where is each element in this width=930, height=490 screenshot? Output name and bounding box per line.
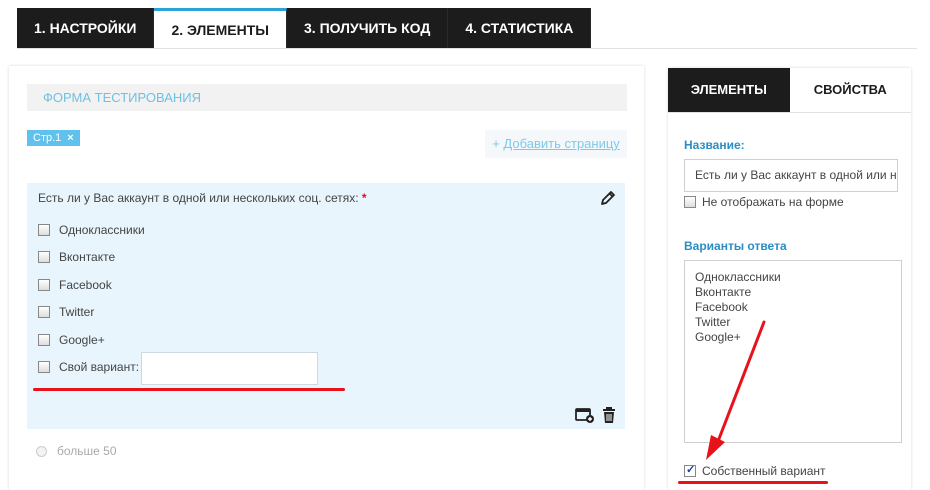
required-mark: * [361, 191, 367, 205]
next-question-row[interactable]: больше 50 [36, 444, 117, 458]
option-row[interactable]: Google+ [38, 332, 105, 348]
question-label: Есть ли у Вас аккаунт в одной или нескол… [38, 191, 367, 205]
option-label: Facebook [59, 278, 112, 292]
checkbox[interactable] [38, 279, 50, 291]
page-chip[interactable]: Стр.1 × [27, 130, 80, 146]
tab-elements-panel[interactable]: ЭЛЕМЕНТЫ [668, 68, 790, 112]
option-label: Вконтакте [59, 250, 116, 264]
variant-line: Google+ [695, 330, 741, 344]
variant-line: Twitter [695, 315, 731, 329]
tab-properties[interactable]: СВОЙСТВА [789, 68, 911, 112]
form-title[interactable]: ФОРМА ТЕСТИРОВАНИЯ [27, 84, 627, 111]
move-to-page-icon[interactable] [575, 406, 595, 424]
checkbox[interactable] [38, 224, 50, 236]
option-row[interactable]: Facebook [38, 277, 112, 293]
tab-get-code[interactable]: 3. ПОЛУЧИТЬ КОД [287, 8, 449, 49]
panel-divider [668, 112, 911, 113]
add-page-button[interactable]: + Добавить страницу [485, 130, 627, 158]
option-row[interactable]: Вконтакте [38, 249, 115, 265]
tab-settings[interactable]: 1. НАСТРОЙКИ [17, 8, 155, 49]
checkbox[interactable] [38, 361, 50, 373]
hide-on-form-label: Не отображать на форме [702, 195, 844, 209]
name-input[interactable]: Есть ли у Вас аккаунт в одной или нескол… [684, 159, 898, 192]
pencil-icon[interactable] [599, 189, 617, 207]
plus-icon: + [492, 136, 500, 151]
tab-elements[interactable]: 2. ЭЛЕМЕНТЫ [154, 8, 287, 49]
radio-button[interactable] [36, 445, 47, 457]
close-icon[interactable]: × [67, 130, 73, 146]
add-page-link[interactable]: Добавить страницу [503, 136, 619, 151]
card-actions [575, 406, 617, 424]
panel-tabs: ЭЛЕМЕНТЫ СВОЙСТВА [668, 68, 911, 112]
option-row[interactable]: Twitter [38, 304, 94, 320]
page-chip-label: Стр.1 [33, 132, 62, 144]
page: 1. НАСТРОЙКИ 2. ЭЛЕМЕНТЫ 3. ПОЛУЧИТЬ КОД… [0, 0, 930, 490]
question-card[interactable]: Есть ли у Вас аккаунт в одной или нескол… [27, 183, 625, 429]
radio-label: больше 50 [57, 444, 117, 458]
checkbox[interactable] [38, 306, 50, 318]
option-label: Twitter [59, 305, 95, 319]
own-variant-input[interactable] [141, 352, 318, 385]
variant-line: Одноклассники [695, 270, 781, 284]
form-editor-panel: ФОРМА ТЕСТИРОВАНИЯ Стр.1 × + Добавить ст… [9, 66, 644, 490]
option-label: Одноклассники [59, 223, 145, 237]
hide-on-form-row[interactable]: Не отображать на форме [684, 195, 844, 209]
question-text: Есть ли у Вас аккаунт в одной или нескол… [38, 191, 359, 205]
checkbox-checked[interactable] [684, 463, 696, 477]
own-variant-label: Свой вариант: [59, 360, 140, 374]
properties-panel: ЭЛЕМЕНТЫ СВОЙСТВА Название: Есть ли у Ва… [668, 68, 911, 490]
name-label: Название: [684, 138, 745, 152]
top-tabs: 1. НАСТРОЙКИ 2. ЭЛЕМЕНТЫ 3. ПОЛУЧИТЬ КОД… [17, 8, 592, 49]
own-variant-option-row[interactable]: Собственный вариант [684, 463, 826, 478]
checkbox[interactable] [38, 334, 50, 346]
highlight-underline [33, 388, 345, 391]
variant-line: Вконтакте [695, 285, 752, 299]
option-row[interactable]: Одноклассники [38, 222, 145, 238]
own-variant-row[interactable]: Свой вариант: [38, 359, 139, 375]
variant-line: Facebook [695, 300, 748, 314]
own-variant-option-label: Собственный вариант [702, 464, 826, 478]
option-label: Google+ [59, 333, 105, 347]
trash-icon[interactable] [601, 406, 617, 424]
highlight-underline [678, 481, 828, 484]
checkbox[interactable] [684, 196, 696, 208]
tab-statistics[interactable]: 4. СТАТИСТИКА [448, 8, 592, 49]
checkbox[interactable] [38, 251, 50, 263]
variants-label: Варианты ответа [684, 239, 787, 253]
tab-divider [17, 48, 917, 49]
variants-textarea[interactable]: Одноклассники Вконтакте Facebook Twitter… [684, 260, 902, 443]
